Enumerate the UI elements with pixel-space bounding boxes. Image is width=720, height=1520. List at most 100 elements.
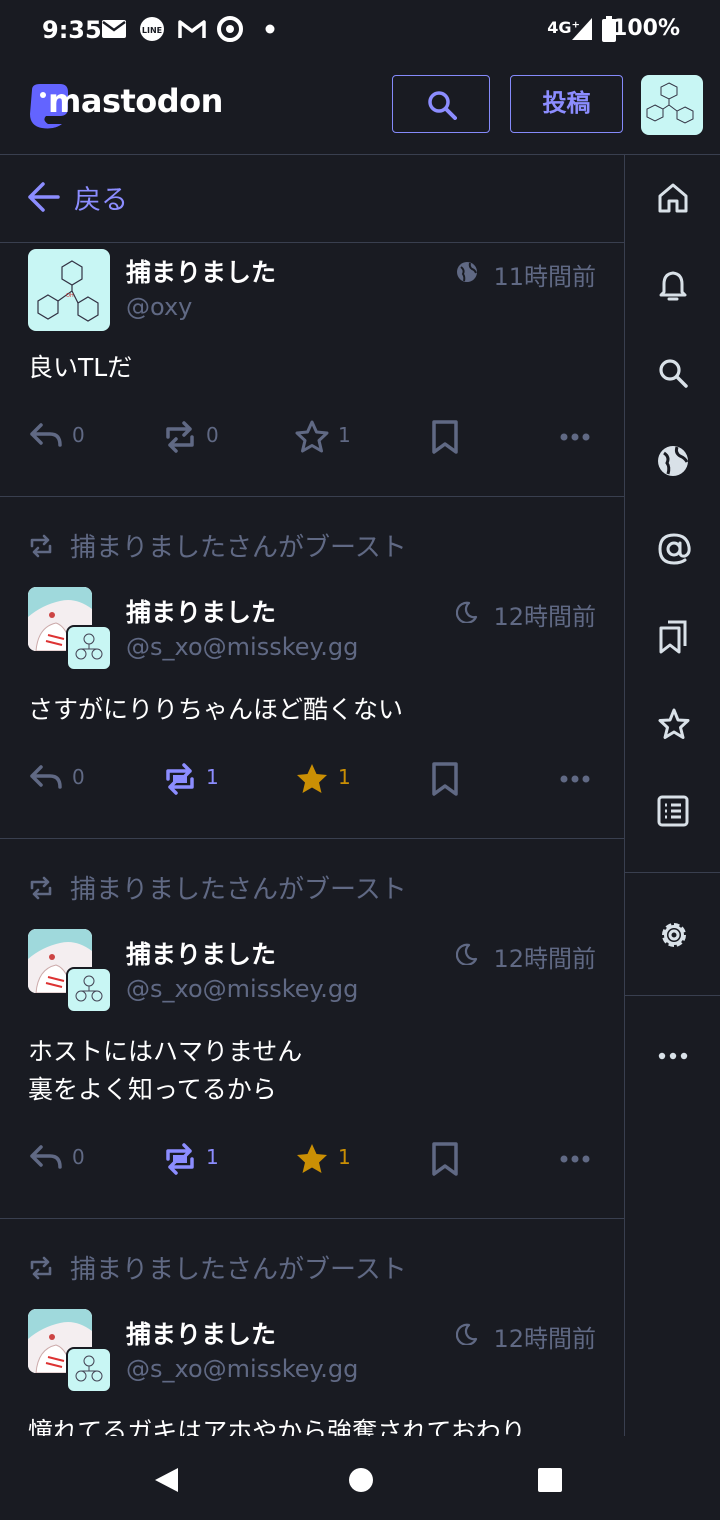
post-timestamp[interactable]: 11時間前 [493,257,596,292]
more-icon [560,775,590,783]
timeline-column: 戻る OH 捕まりました @oxy 11時間前 良いTLだ 0 0 1 捕まりま… [0,154,624,1436]
signal-icon [572,18,592,40]
reply-icon [30,1145,62,1169]
reply-count: 0 [72,423,85,447]
author-name[interactable]: 捕まりました [126,593,276,629]
booster-avatar [66,1347,112,1393]
line-icon: LINE [140,17,164,41]
post-timestamp[interactable]: 12時間前 [493,939,596,974]
nav-favourites[interactable] [625,693,720,753]
nav-search[interactable] [625,343,720,403]
boost-icon [166,421,194,453]
post-content: 良いTLだ [28,349,132,387]
bookmark-button[interactable] [428,417,464,457]
post-content: ホストにはハマりません 裏をよく知ってるから [28,1033,302,1109]
action-bar: 0 0 1 [28,417,596,457]
bookmark-button[interactable] [428,1139,464,1179]
bookmark-icon [432,1142,458,1176]
boost-count: 0 [206,423,219,447]
reply-icon [30,423,62,447]
back-triangle-icon[interactable] [152,1466,180,1494]
account-avatar[interactable] [641,75,703,135]
nav-preferences[interactable] [625,904,720,964]
more-icon [658,1052,688,1060]
boost-icon [30,876,52,900]
back-label: 戻る [74,185,128,216]
svg-text:OH: OH [66,293,74,299]
battery-percent: 100% [612,16,680,41]
molecule-avatar-image [75,633,103,660]
molecule-avatar-image [75,975,103,1002]
compose-post-button[interactable]: 投稿 [510,75,623,133]
post-content: 憧れてるガキはアホやから強奪されておわり [28,1413,526,1436]
nav-mentions[interactable] [625,518,720,578]
post-avatar[interactable]: OH [28,249,110,331]
svg-text:LINE: LINE [142,26,162,35]
mail-icon [102,20,126,38]
bookmark-button[interactable] [428,759,464,799]
post-timestamp[interactable]: 12時間前 [493,597,596,632]
home-icon [658,183,688,213]
status-post[interactable]: 捕まりましたさんがブースト 捕まりました @s_xo@misskey.gg 12… [0,1219,624,1436]
moon-icon [456,1323,478,1345]
boost-count: 1 [206,1145,219,1169]
logo-text: mastodon [48,82,223,120]
nav-divider [625,872,720,873]
author-avatar: OH [28,249,110,331]
globe-icon [658,446,689,476]
favourite-count: 1 [338,423,351,447]
arrow-left-icon [28,182,60,212]
notification-icons: LINE [102,16,275,42]
author-name[interactable]: 捕まりました [126,253,276,289]
boost-icon [30,534,52,558]
recents-square-icon[interactable] [536,1466,564,1494]
molecule-avatar-image [646,82,694,124]
search-button[interactable] [392,75,490,133]
more-options-button[interactable] [558,759,594,799]
post-avatar[interactable] [28,929,112,1013]
more-options-button[interactable] [558,1139,594,1179]
favourite-count: 1 [338,1145,351,1169]
nav-explore[interactable] [625,431,720,491]
dot-icon [265,24,275,34]
post-avatar[interactable] [28,1309,112,1393]
moon-icon [456,943,478,965]
nav-divider [625,995,720,996]
content-line: 裏をよく知ってるから [28,1075,277,1104]
at-icon [658,533,691,565]
post-timestamp[interactable]: 12時間前 [493,1319,596,1354]
author-handle[interactable]: @oxy [126,293,192,321]
author-handle[interactable]: @s_xo@misskey.gg [126,975,358,1003]
bookmark-icon [432,420,458,454]
moon-icon [456,601,478,623]
author-handle[interactable]: @s_xo@misskey.gg [126,1355,358,1383]
booster-avatar [66,967,112,1013]
boost-icon [30,1256,52,1280]
nav-notifications[interactable] [625,256,720,316]
status-post[interactable]: 捕まりましたさんがブースト 捕まりました @s_xo@misskey.gg 12… [0,497,624,839]
more-options-button[interactable] [558,417,594,457]
content-line: 良いTLだ [28,353,133,382]
star-filled-icon [297,1144,327,1173]
post-avatar[interactable] [28,587,112,671]
back-button[interactable]: 戻る [0,154,624,243]
status-post[interactable]: OH 捕まりました @oxy 11時間前 良いTLだ 0 0 1 [0,243,624,497]
author-name[interactable]: 捕まりました [126,1315,276,1351]
status-post[interactable]: 捕まりましたさんがブースト 捕まりました @s_xo@misskey.gg 12… [0,839,624,1219]
home-circle-icon[interactable] [347,1466,375,1494]
author-handle[interactable]: @s_xo@misskey.gg [126,633,358,661]
boost-icon [166,763,194,795]
nav-lists[interactable] [625,781,720,841]
action-bar: 0 1 1 [28,759,596,799]
search-icon [659,359,688,388]
nav-home[interactable] [625,168,720,228]
more-icon [560,1155,590,1163]
boost-count: 1 [206,765,219,789]
nav-bookmarks[interactable] [625,606,720,666]
booster-avatar [66,625,112,671]
list-icon [657,795,689,827]
gmail-icon [178,20,206,38]
nav-more[interactable] [625,1026,720,1086]
star-filled-icon [297,764,327,793]
author-name[interactable]: 捕まりました [126,935,276,971]
